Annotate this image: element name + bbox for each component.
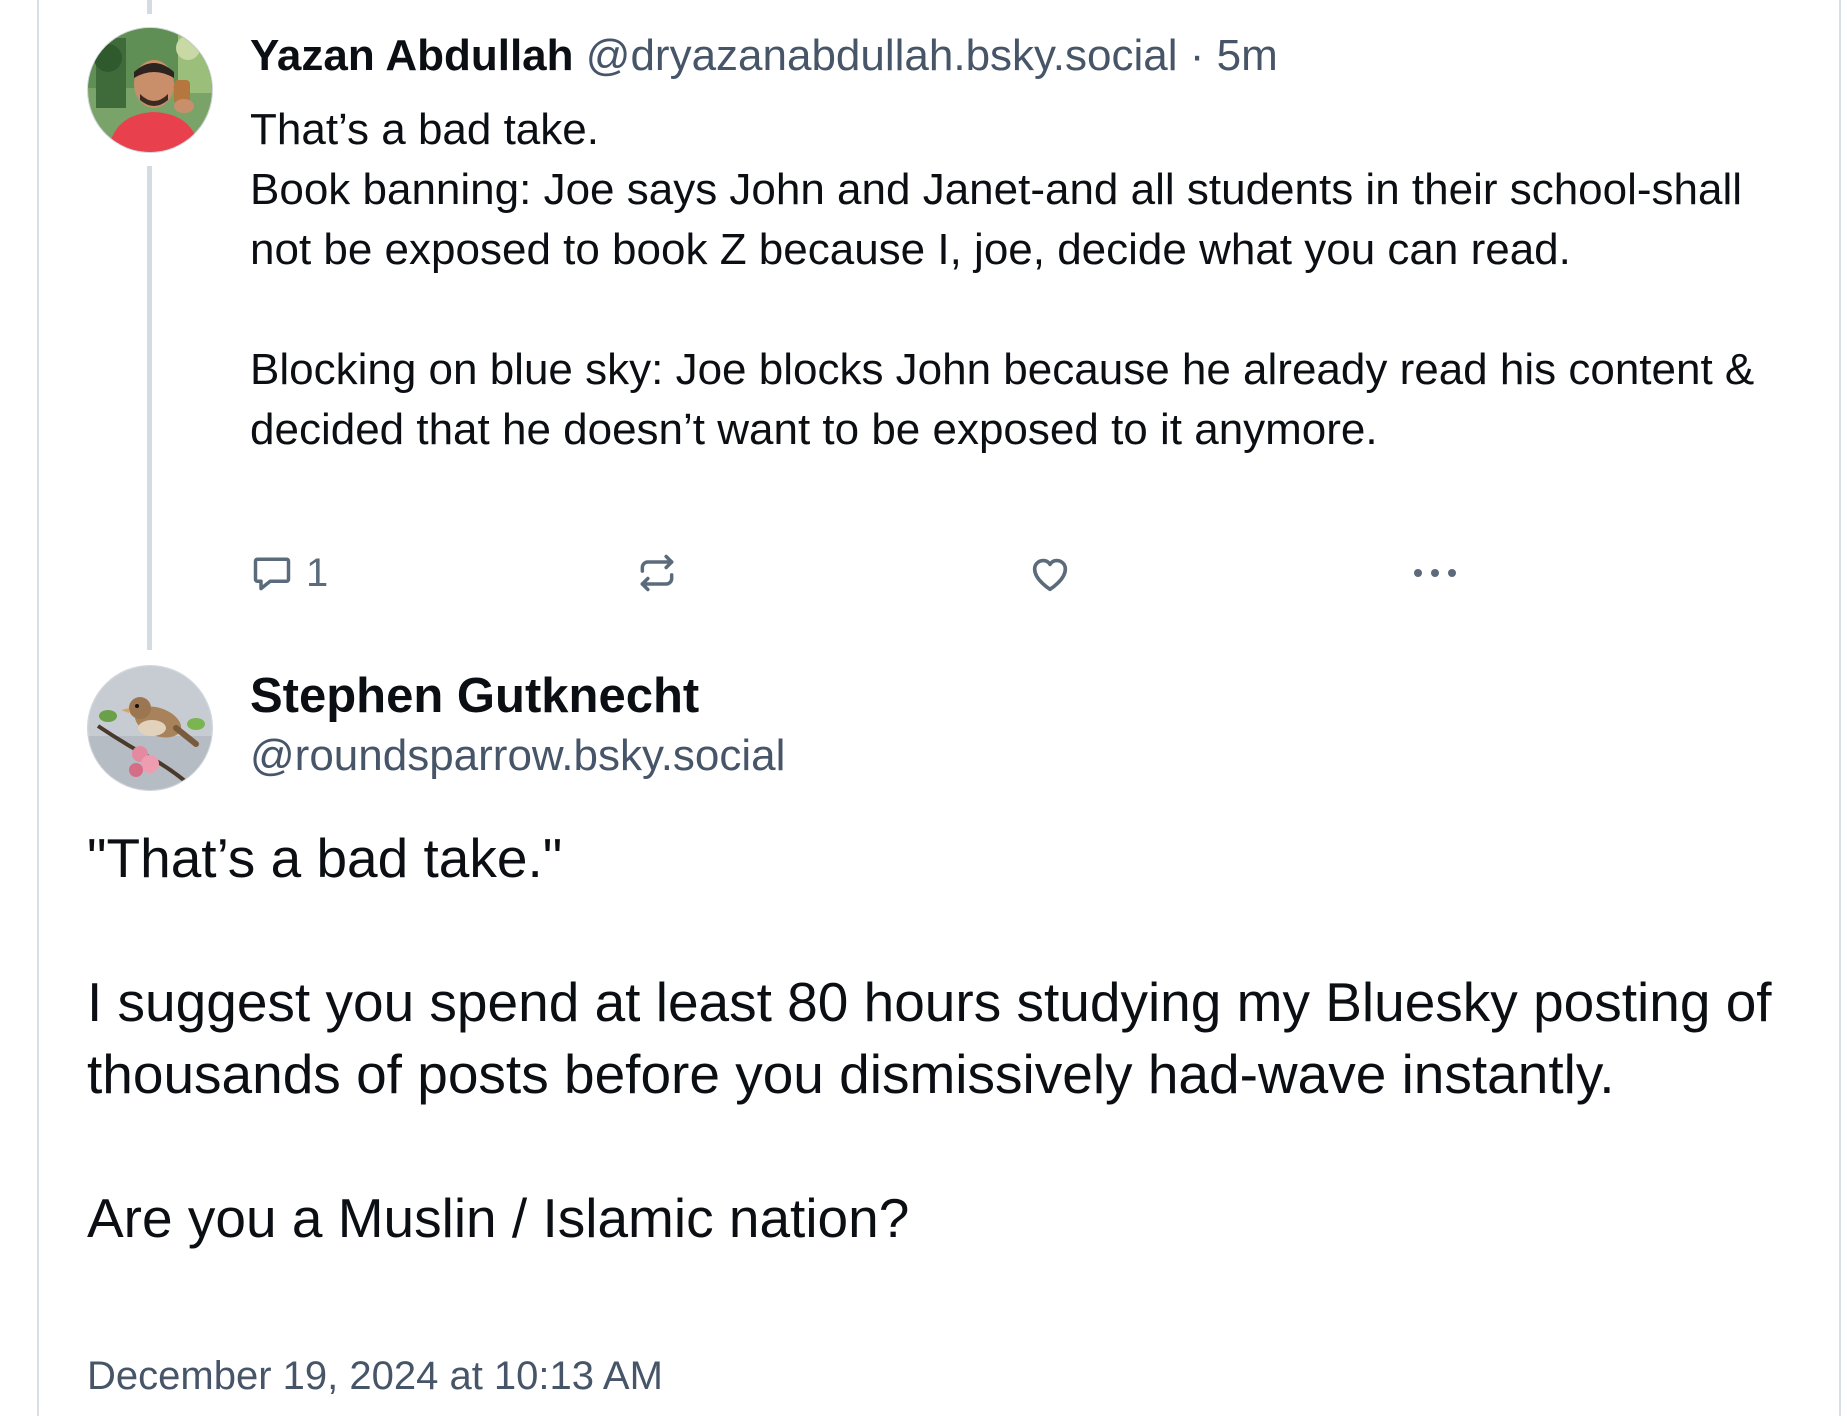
- parent-post-line: That’s a bad take.: [250, 105, 599, 154]
- parent-post-time[interactable]: 5m: [1217, 31, 1278, 80]
- reply-icon: [253, 557, 291, 591]
- parent-author-handle[interactable]: @dryazanabdullah.bsky.social: [586, 31, 1178, 80]
- user-avatar-photo-icon: [88, 28, 212, 152]
- heart-icon: [1032, 558, 1068, 592]
- repost-button[interactable]: [635, 545, 679, 601]
- more-options-icon: [1414, 569, 1456, 577]
- focused-author-handle[interactable]: @roundsparrow.bsky.social: [250, 728, 785, 784]
- focused-post-paragraph: Are you a Muslin / Islamic nation?: [87, 1187, 910, 1249]
- focused-post-body: "That’s a bad take." I suggest you spend…: [87, 822, 1827, 1254]
- yazan-avatar[interactable]: [87, 27, 213, 153]
- parent-author-name[interactable]: Yazan Abdullah: [250, 31, 574, 80]
- thread-line-top: [147, 0, 152, 14]
- reply-button[interactable]: 1: [250, 545, 328, 601]
- sparrow-avatar-photo-icon: [88, 666, 212, 790]
- focused-post-paragraph: "That’s a bad take.": [87, 827, 563, 889]
- reply-count: 1: [306, 550, 329, 595]
- thread-connector-line: [147, 166, 152, 650]
- parent-post-actions: 1: [250, 545, 1550, 601]
- parent-post-header: Yazan Abdullah @dryazanabdullah.bsky.soc…: [250, 28, 1278, 84]
- more-options-button[interactable]: [1410, 545, 1460, 601]
- parent-post-line: Blocking on blue sky: Joe blocks John be…: [250, 345, 1755, 454]
- parent-post-line: Book banning: Joe says John and Janet-an…: [250, 165, 1743, 274]
- focused-post-paragraph: I suggest you spend at least 80 hours st…: [87, 971, 1772, 1105]
- focused-author-name[interactable]: Stephen Gutknecht: [250, 666, 699, 726]
- like-button[interactable]: [1027, 545, 1073, 601]
- header-separator: ·: [1189, 31, 1205, 80]
- stephen-avatar[interactable]: [87, 665, 213, 791]
- repost-icon: [640, 554, 674, 592]
- parent-post-body: That’s a bad take. Book banning: Joe say…: [250, 100, 1770, 460]
- post-timestamp[interactable]: December 19, 2024 at 10:13 AM: [87, 1350, 663, 1402]
